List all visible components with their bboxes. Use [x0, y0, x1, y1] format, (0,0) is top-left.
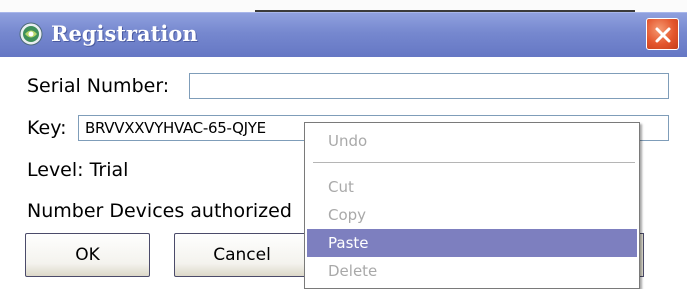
menu-item-copy[interactable]: Copy — [307, 201, 637, 229]
menu-item-delete[interactable]: Delete — [307, 257, 637, 285]
context-menu: Undo Cut Copy Paste Delete — [304, 122, 640, 289]
devices-authorized-label: Number Devices authorized — [27, 200, 292, 222]
ok-button[interactable]: OK — [25, 233, 150, 277]
title-bar[interactable]: Registration — [0, 12, 687, 57]
menu-item-cut[interactable]: Cut — [307, 173, 637, 201]
window-title: Registration — [51, 21, 198, 46]
menu-item-paste[interactable]: Paste — [307, 229, 637, 257]
menu-separator — [313, 162, 635, 163]
menu-item-undo[interactable]: Undo — [307, 127, 637, 155]
close-icon — [655, 27, 671, 43]
serial-number-input[interactable] — [189, 73, 669, 99]
key-label: Key: — [27, 117, 67, 139]
key-value: BRVVXXVYHVAC-65-QJYE — [85, 119, 266, 137]
level-text: Level: Trial — [27, 159, 129, 181]
app-icon — [19, 22, 43, 46]
close-button[interactable] — [646, 18, 679, 50]
serial-number-label: Serial Number: — [27, 75, 170, 97]
cancel-button[interactable]: Cancel — [174, 233, 310, 277]
